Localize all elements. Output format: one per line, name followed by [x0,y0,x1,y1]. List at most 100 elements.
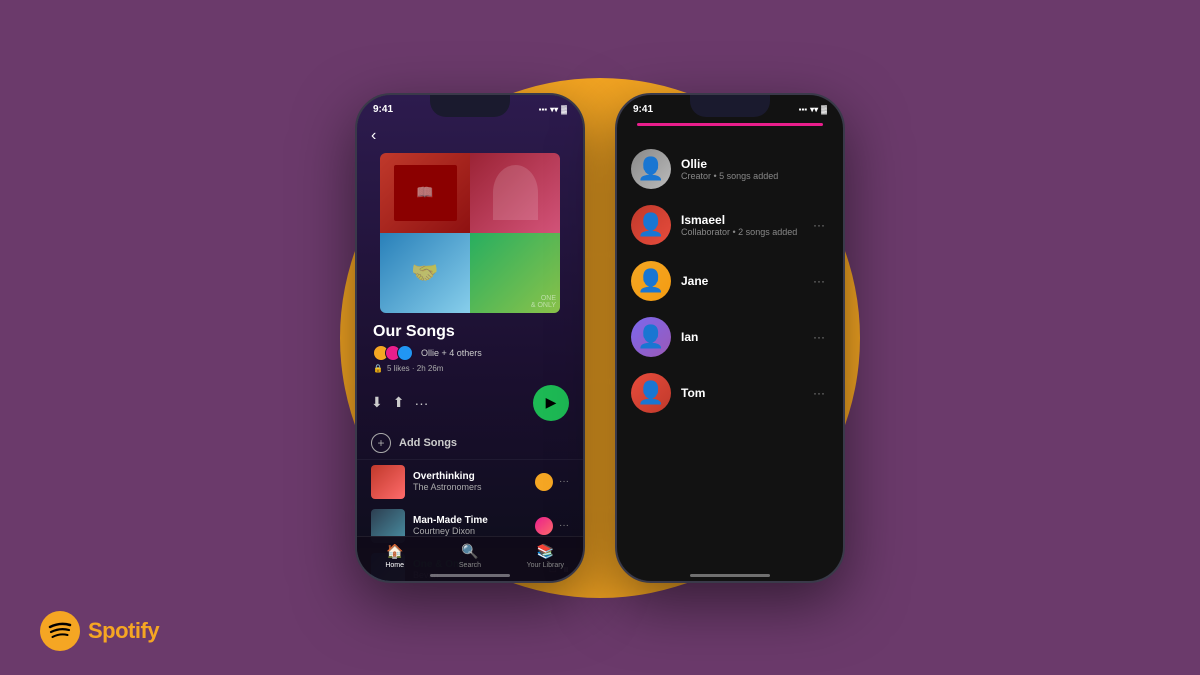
mini-avatar-3 [397,345,413,361]
avatar-jane: 👤 [631,261,671,301]
album-art-4: ONE& ONLY [470,233,560,313]
back-arrow[interactable]: ‹ [371,127,376,145]
nav-home[interactable]: 🏠 Home [357,543,432,569]
right-phone-content: 9:41 ▪▪▪ ▾▾ ▓ 👤 Ollie Crea [617,95,843,581]
battery-icon-right: ▓ [821,105,827,114]
playlist-creator: Ollie + 4 others [421,348,482,358]
search-nav-icon: 🔍 [461,543,478,560]
left-phone: 9:41 ▪▪▪ ▾▾ ▓ ‹ 📖 [355,93,585,583]
collab-name-ian: Ian [681,330,799,344]
avatar-ismaeel: 👤 [631,205,671,245]
notch [430,95,510,117]
collab-info-jane: Jane [681,274,799,288]
collab-name-ollie: Ollie [681,157,829,171]
controls-row: ⬇ ⬆ ··· ▶ [357,385,583,427]
nav-search[interactable]: 🔍 Search [432,543,507,569]
song-row-overthinking[interactable]: Overthinking The Astronomers ··· [357,460,583,504]
playlist-meta: Ollie + 4 others [373,345,567,361]
collab-ian: 👤 Ian ··· [617,309,843,365]
ismaeel-silhouette: 👤 [637,212,664,238]
collab-info-ian: Ian [681,330,799,344]
ian-silhouette: 👤 [637,324,664,350]
left-phone-content: 9:41 ▪▪▪ ▾▾ ▓ ‹ 📖 [357,95,583,581]
avatar-ian: 👤 [631,317,671,357]
song-right-manmade: ··· [535,517,569,535]
signal-icon: ▪▪▪ [539,105,548,114]
status-time-right: 9:41 [633,104,653,115]
album-label: ONE& ONLY [531,295,556,309]
song-artist-overthinking: The Astronomers [413,482,527,492]
album-art-3: 🤝 [380,233,470,313]
collab-ollie: 👤 Ollie Creator • 5 songs added [617,141,843,197]
ollie-silhouette: 👤 [637,156,664,182]
playlist-title: Our Songs [373,323,567,341]
song-right-overthinking: ··· [535,473,569,491]
avatar-tom: 👤 [631,373,671,413]
signal-icon-right: ▪▪▪ [799,105,808,114]
download-icon[interactable]: ⬇ [371,394,383,411]
battery-icon: ▓ [561,105,567,114]
jane-silhouette: 👤 [637,268,664,294]
album-art-1: 📖 [380,153,470,233]
collab-role-ismaeel: Collaborator • 2 songs added [681,227,799,237]
nav-library[interactable]: 📚 Your Library [508,543,583,569]
search-nav-label: Search [459,562,481,569]
status-icons-right: ▪▪▪ ▾▾ ▓ [799,105,827,114]
collaborators-list: 👤 Ollie Creator • 5 songs added 👤 Ismaee… [617,131,843,431]
phones-container: 9:41 ▪▪▪ ▾▾ ▓ ‹ 📖 [355,93,845,583]
collab-info-ismaeel: Ismaeel Collaborator • 2 songs added [681,213,799,237]
album-grid: 📖 🤝 ONE& ONLY [380,153,560,313]
playlist-stats-text: 5 likes · 2h 26m [387,364,443,373]
collab-name-tom: Tom [681,386,799,400]
avatar-ollie: 👤 [631,149,671,189]
wifi-icon-right: ▾▾ [810,105,818,114]
mini-avatars [373,345,409,361]
collab-name-ismaeel: Ismaeel [681,213,799,227]
collab-dots-ismaeel[interactable]: ··· [809,214,829,236]
collab-info-tom: Tom [681,386,799,400]
song-avatar-manmade [535,517,553,535]
spotify-icon-svg [40,611,80,651]
share-icon[interactable]: ⬆ [393,394,405,411]
album-art-inner-4: ONE& ONLY [470,233,560,313]
play-button[interactable]: ▶ [533,385,569,421]
home-nav-icon: 🏠 [386,543,403,560]
collab-role-ollie: Creator • 5 songs added [681,171,829,181]
right-phone: 9:41 ▪▪▪ ▾▾ ▓ 👤 Ollie Crea [615,93,845,583]
library-nav-icon: 📚 [537,543,554,560]
song-title-overthinking: Overthinking [413,471,527,482]
more-icon[interactable]: ··· [414,395,428,411]
song-more-overthinking[interactable]: ··· [559,476,569,487]
ctrl-icons: ⬇ ⬆ ··· [371,394,428,411]
song-artist-manmade: Courtney Dixon [413,526,527,536]
album-art-2 [470,153,560,233]
song-more-manmade[interactable]: ··· [559,520,569,531]
song-title-manmade: Man-Made Time [413,515,527,526]
spotify-wordmark: Spotify [88,618,159,644]
album-art-inner-3: 🤝 [380,233,470,313]
add-songs-row[interactable]: + Add Songs [357,427,583,460]
status-time-left: 9:41 [373,104,393,115]
library-nav-label: Your Library [527,562,565,569]
pink-progress-bar [637,123,823,126]
lock-icon: 🔒 [373,364,383,373]
collab-info-ollie: Ollie Creator • 5 songs added [681,157,829,181]
status-icons-left: ▪▪▪ ▾▾ ▓ [539,105,567,114]
spotify-logo: Spotify [40,611,159,651]
home-nav-label: Home [385,562,404,569]
collab-dots-jane[interactable]: ··· [809,270,829,292]
collab-ismaeel: 👤 Ismaeel Collaborator • 2 songs added ·… [617,197,843,253]
song-avatar-overthinking [535,473,553,491]
collab-tom: 👤 Tom ··· [617,365,843,421]
playlist-info: Our Songs Ollie + 4 others 🔒 5 likes · 2… [357,323,583,385]
home-indicator-left [430,574,510,577]
song-info-manmade: Man-Made Time Courtney Dixon [413,515,527,536]
collab-jane: 👤 Jane ··· [617,253,843,309]
collab-dots-ian[interactable]: ··· [809,326,829,348]
add-songs-label: Add Songs [399,437,457,449]
add-icon: + [371,433,391,453]
collab-dots-tom[interactable]: ··· [809,382,829,404]
wifi-icon: ▾▾ [550,105,558,114]
home-indicator-right [690,574,770,577]
notch-right [690,95,770,117]
